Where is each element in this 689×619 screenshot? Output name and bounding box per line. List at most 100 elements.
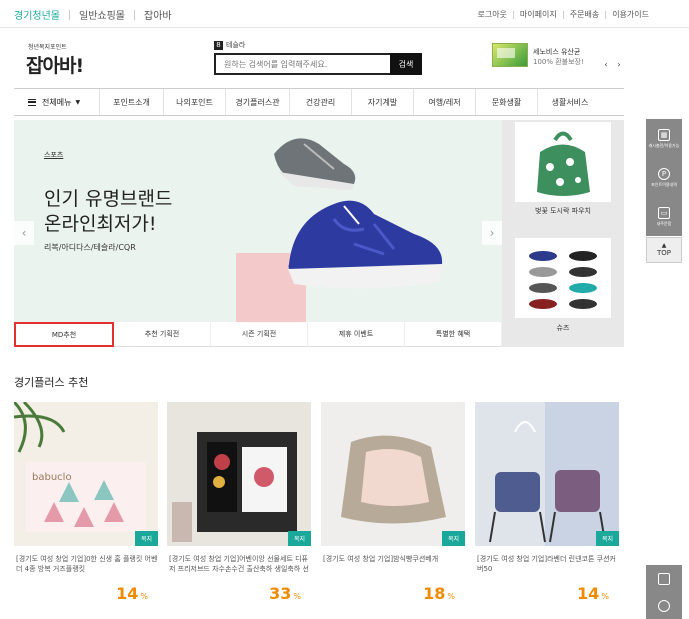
product-card[interactable]: babuclo 복지 [경기도 여성 창업 기업]0한 신생 홈 플랭킷 어벤더… <box>14 402 158 603</box>
hero-banner[interactable]: 스포츠 인기 유명브랜드 온라인최저가! 리복/아디다스/테슬라/CQR ‹ › <box>14 120 502 322</box>
hero-title-line2: 온라인최저가! <box>44 213 157 235</box>
quick-point-button[interactable]: P 포인트이용내역 <box>646 158 682 197</box>
nav-item-point-intro[interactable]: 포인트소개 <box>100 89 164 115</box>
hero-category: 스포츠 <box>44 151 64 159</box>
nav-item-culture[interactable]: 문화생활 <box>476 89 538 115</box>
pillow-image <box>341 435 446 524</box>
quick-cash-button[interactable] <box>646 565 682 592</box>
product-name[interactable]: [경기도 여성 창업 기업]0한 신생 홈 플랭킷 어벤더 4종 방복 거즈플랭… <box>14 554 158 574</box>
discount-value: 18 <box>423 584 446 603</box>
point-icon <box>658 599 670 612</box>
site-switcher: 경기청년몰 일반쇼핑몰 잡아바 <box>14 7 172 22</box>
calculator-icon: ▦ <box>658 128 670 141</box>
sneaker-image <box>274 138 443 289</box>
popular-keyword[interactable]: 8 테슬라 <box>214 40 245 50</box>
order-icon: ▭ <box>658 206 670 219</box>
discount-value: 33 <box>269 584 292 603</box>
product-name[interactable]: [경기도 여성 창업 기업]밤식빵쿠션베개 <box>321 554 465 574</box>
user-links: 로그아웃 마이페이지 주문배송 이용가이드 <box>477 9 649 20</box>
quick-order-label: 내주문함 <box>656 220 672 226</box>
percent-unit: % <box>601 592 609 601</box>
banner-tabs: MD추천 추천 기획전 시즌 기획전 제휴 이벤트 특별한 혜택 <box>14 322 502 347</box>
side-product-image[interactable] <box>515 122 611 202</box>
percent-unit: % <box>140 592 148 601</box>
tab-partner-event[interactable]: 제휴 이벤트 <box>308 322 405 347</box>
site-link-youth-mall[interactable]: 경기청년몰 <box>14 7 60 22</box>
product-image[interactable]: 복지 <box>475 402 619 546</box>
logout-link[interactable]: 로그아웃 <box>477 9 506 20</box>
tab-md-pick[interactable]: MD추천 <box>14 322 114 347</box>
tab-season[interactable]: 시즌 기획전 <box>211 322 308 347</box>
nav-item-my-point[interactable]: 나의포인트 <box>164 89 226 115</box>
site-link-jobaba[interactable]: 잡아바 <box>144 7 172 22</box>
discount-rate: 14% <box>577 584 609 603</box>
tab-special[interactable]: 특별한 혜택 <box>405 322 502 347</box>
nav-item-travel[interactable]: 여행/레저 <box>414 89 476 115</box>
nav-item-health[interactable]: 건강관리 <box>290 89 352 115</box>
main-nav: 전체메뉴 ▼ 포인트소개 나의포인트 경기플러스관 건강관리 자기계발 여행/레… <box>14 88 624 116</box>
quick-order-button[interactable]: ▭ 내주문함 <box>646 197 682 236</box>
guide-link[interactable]: 이용가이드 <box>612 9 649 20</box>
product-image[interactable]: 복지 <box>167 402 311 546</box>
welfare-badge: 복지 <box>441 531 465 546</box>
keyword-text: 테슬라 <box>226 41 246 49</box>
nav-item-life-service[interactable]: 생활서비스 <box>538 89 602 115</box>
product-name[interactable]: [경기도 여성 창업 기업]라벤더 린넨코튼 쿠션커버50 <box>475 554 619 574</box>
chevron-right-icon[interactable]: › <box>614 60 624 70</box>
promo-title[interactable]: 세노비스 유산균 <box>533 47 580 57</box>
blanket-image: babuclo <box>14 402 146 532</box>
product-card[interactable]: 복지 [경기도 여성 창업 기업]라벤더 린넨코튼 쿠션커버50 14% <box>475 402 619 603</box>
calculator-icon <box>658 572 670 585</box>
percent-unit: % <box>447 592 455 601</box>
side-product-panel: 벚꽃 도시락 파우치 슈즈 <box>502 120 624 347</box>
quick-menu: ▦ 캐시충전/이용가능 P 포인트이용내역 ▭ 내주문함 <box>646 119 682 236</box>
welfare-badge: 복지 <box>595 531 619 546</box>
tab-recommend[interactable]: 추천 기획전 <box>114 322 211 347</box>
scroll-top-button[interactable]: ▲ TOP <box>646 237 682 263</box>
discount-value: 14 <box>577 584 600 603</box>
quick-point-label: 포인트이용내역 <box>651 181 677 187</box>
discount-rate: 18% <box>423 584 455 603</box>
cushion-image <box>489 402 619 546</box>
side-product-label[interactable]: 벚꽃 도시락 파우치 <box>502 206 624 216</box>
quick-point-button[interactable] <box>646 592 682 619</box>
search-button[interactable]: 검색 <box>390 53 422 75</box>
side-product-image[interactable] <box>515 238 611 318</box>
product-card[interactable]: 복지 [경기도 여성 창업 기업]밤식빵쿠션베개 18% <box>321 402 465 603</box>
top-utility-bar: 경기청년몰 일반쇼핑몰 잡아바 로그아웃 마이페이지 주문배송 이용가이드 <box>0 0 689 28</box>
gift-set-image <box>172 432 297 542</box>
hero-subtitle: 리복/아디다스/테슬라/CQR <box>44 243 136 252</box>
product-card[interactable]: 복지 [경기도 여성 창업 기업]어벤이앙 선물세트 디퓨저 프리저브드 자수손… <box>167 402 311 603</box>
search-input[interactable] <box>214 53 390 75</box>
all-menu-button[interactable]: 전체메뉴 ▼ <box>14 89 100 115</box>
product-name[interactable]: [경기도 여성 창업 기업]어벤이앙 선물세트 디퓨저 프리저브드 자수손수건 … <box>167 554 311 574</box>
divider <box>605 10 607 19</box>
quick-cash-label: 캐시충전/이용가능 <box>648 142 680 148</box>
shoes-grid-image <box>529 251 597 309</box>
discount-value: 14 <box>116 584 139 603</box>
hero-title-line1: 인기 유명브랜드 <box>44 188 173 210</box>
orders-link[interactable]: 주문배송 <box>570 9 599 20</box>
nav-item-plus-mall[interactable]: 경기플러스관 <box>226 89 290 115</box>
product-image[interactable]: 복지 <box>321 402 465 546</box>
keyword-rank: 8 <box>214 40 223 50</box>
pouch-image <box>537 131 590 196</box>
discount-rate: 14% <box>116 584 148 603</box>
product-image[interactable]: babuclo 복지 <box>14 402 158 546</box>
side-product-label[interactable]: 슈즈 <box>502 323 624 333</box>
section-title: 경기플러스 추천 <box>14 376 89 389</box>
svg-text:babuclo: babuclo <box>32 472 72 483</box>
promo-arrows: ‹ › <box>601 60 624 70</box>
top-label: TOP <box>656 249 671 257</box>
chevron-right-icon[interactable]: › <box>482 221 502 245</box>
nav-item-self-dev[interactable]: 자기계발 <box>352 89 414 115</box>
point-icon: P <box>658 167 670 180</box>
welfare-badge: 복지 <box>134 531 158 546</box>
promo-product-image[interactable] <box>492 43 528 67</box>
quick-cash-button[interactable]: ▦ 캐시충전/이용가능 <box>646 119 682 158</box>
chevron-left-icon[interactable]: ‹ <box>14 221 34 245</box>
site-logo[interactable]: 잡아바! <box>26 51 84 78</box>
chevron-left-icon[interactable]: ‹ <box>601 60 611 70</box>
site-link-general-mall[interactable]: 일반쇼핑몰 <box>79 7 125 22</box>
mypage-link[interactable]: 마이페이지 <box>520 9 557 20</box>
